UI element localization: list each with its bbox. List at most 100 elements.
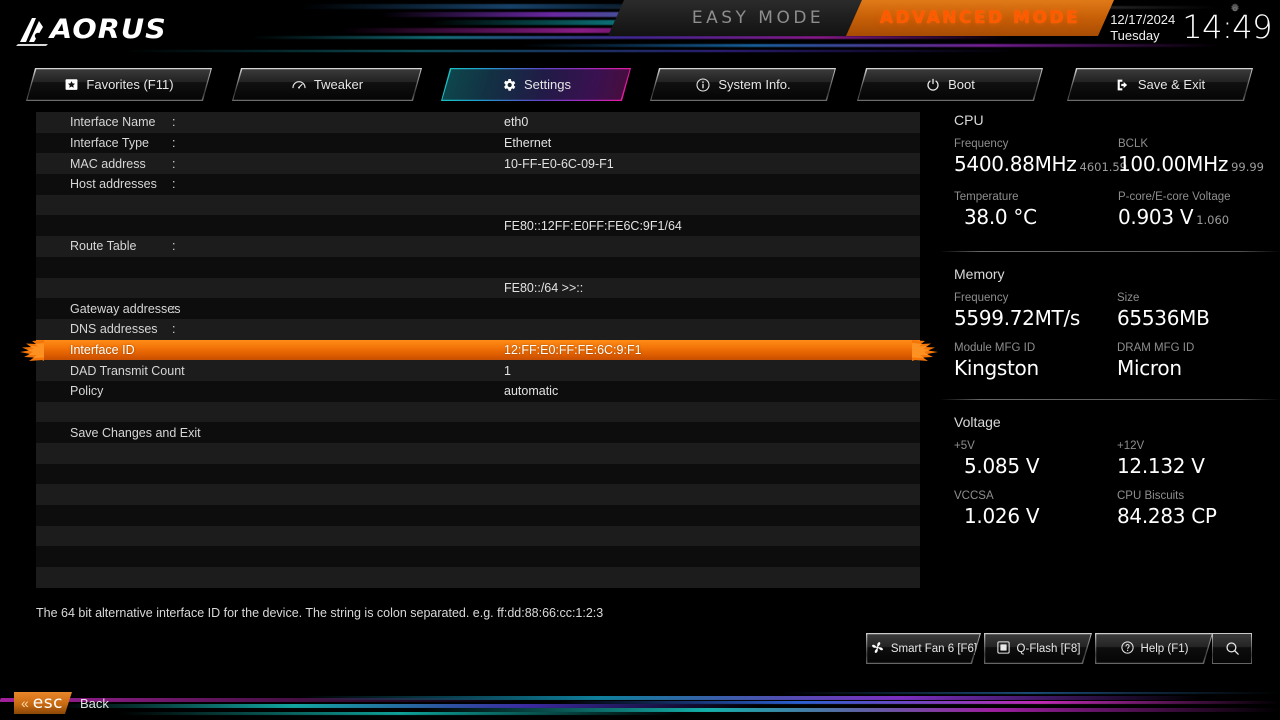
sidebar-metric: Size 65536MB bbox=[1117, 291, 1280, 331]
settings-row bbox=[36, 401, 920, 423]
tab-label: Favorites (F11) bbox=[86, 77, 174, 92]
settings-row-label: DNS addresses bbox=[70, 322, 158, 337]
search-button[interactable] bbox=[1212, 633, 1252, 664]
sidebar-metric-label: Size bbox=[1117, 292, 1140, 304]
settings-row bbox=[36, 443, 920, 464]
sidebar-metric: VCCSA 1.026 V bbox=[954, 489, 1117, 529]
help-description-text: The 64 bit alternative interface ID for … bbox=[36, 606, 604, 620]
esc-key-label: esc bbox=[32, 693, 63, 713]
settings-row-label: Interface Type bbox=[70, 136, 149, 151]
settings-row[interactable]: FE80::/64 >>:: bbox=[36, 277, 920, 299]
tab-tweaker[interactable]: Tweaker bbox=[232, 68, 422, 101]
tab-label: Save & Exit bbox=[1137, 77, 1206, 92]
bottom-button-label: Help (F1) bbox=[1140, 642, 1189, 655]
settings-row-value: FE80::12FF:E0FF:FE6C:9F1/64 bbox=[504, 218, 682, 233]
settings-row-label: Save Changes and Exit bbox=[70, 425, 201, 440]
settings-row-colon: : bbox=[172, 177, 176, 192]
settings-row[interactable]: Interface Type: Ethernet bbox=[36, 132, 920, 154]
settings-row-label: Interface Name bbox=[70, 115, 156, 130]
sidebar-divider bbox=[940, 251, 1280, 252]
tab-label: System Info. bbox=[718, 77, 791, 92]
tab-favorites-f11[interactable]: Favorites (F11) bbox=[26, 68, 212, 101]
bottom-button-q-flash-f8[interactable]: Q-Flash [F8] bbox=[984, 633, 1092, 664]
exit-arrow-icon bbox=[1115, 77, 1131, 93]
settings-row[interactable]: FE80::12FF:E0FF:FE6C:9F1/64 bbox=[36, 215, 920, 237]
sidebar-metric: DRAM MFG ID Micron bbox=[1117, 341, 1280, 381]
sidebar-metric-value-main: 12.132 V bbox=[1117, 454, 1205, 478]
sidebar-section-title: Voltage bbox=[954, 414, 1001, 430]
sidebar-metric-value: 5.085 V bbox=[954, 454, 1117, 479]
settings-row bbox=[36, 546, 920, 568]
settings-row[interactable]: DNS addresses: bbox=[36, 318, 920, 340]
sidebar-metric-value-secondary: 1.060 bbox=[1196, 213, 1230, 227]
sidebar-metric-label: P-core/E-core Voltage bbox=[1118, 191, 1231, 203]
settings-row-value: 1 bbox=[504, 363, 511, 378]
bottom-button-smart-fan-6-f6[interactable]: Smart Fan 6 [F6] bbox=[866, 633, 981, 664]
settings-row[interactable]: Save Changes and Exit bbox=[36, 422, 920, 443]
sidebar-metric-value-secondary: 99.99 bbox=[1231, 160, 1265, 174]
settings-row[interactable]: Policy automatic bbox=[36, 380, 920, 402]
sidebar-metric-label: VCCSA bbox=[954, 490, 994, 502]
advanced-mode-tab[interactable]: ADVANCED MODE bbox=[846, 0, 1114, 36]
settings-row[interactable]: Host addresses: bbox=[36, 174, 920, 195]
sidebar-metric-value-main: 5400.88MHz bbox=[954, 152, 1077, 176]
sidebar-metric-value: 1.026 V bbox=[954, 504, 1117, 529]
header-bar: AORUS EASY MODE ADVANCED MODE 12/17/2024… bbox=[0, 0, 1280, 62]
settings-row[interactable]: Interface Name: eth0 bbox=[36, 112, 920, 133]
sidebar-metric-value-main: 0.903 V bbox=[1118, 205, 1194, 229]
sidebar-section-memory: Memory Frequency 5599.72MT/s Module MFG ID K… bbox=[940, 266, 1280, 391]
tab-system-info[interactable]: System Info. bbox=[650, 68, 836, 101]
sidebar-metric-value-main: 1.026 V bbox=[964, 504, 1040, 528]
easy-mode-label: EASY MODE bbox=[691, 8, 825, 28]
tab-label: Tweaker bbox=[313, 77, 364, 92]
settings-row-colon: : bbox=[172, 301, 176, 316]
sidebar-metric-label: Temperature bbox=[954, 191, 1019, 203]
settings-row-label: Gateway addresses bbox=[70, 301, 181, 316]
search-icon bbox=[1225, 642, 1239, 655]
sidebar-metric-label: +12V bbox=[1117, 440, 1145, 452]
settings-row-value: Ethernet bbox=[504, 136, 552, 151]
esc-key-pill: « esc bbox=[14, 692, 72, 714]
settings-row-value: 10-FF-E0-6C-09-F1 bbox=[504, 156, 614, 171]
sidebar-metric-value-main: 100.00MHz bbox=[1118, 152, 1229, 176]
settings-row bbox=[36, 463, 920, 485]
sidebar-metric: Module MFG ID Kingston bbox=[954, 341, 1117, 381]
tab-label: Settings bbox=[524, 77, 571, 92]
settings-row[interactable]: Gateway addresses: bbox=[36, 298, 920, 319]
bottom-toolbar: Smart Fan 6 [F6] Q-Flash [F8] Help (F1) bbox=[0, 633, 1280, 673]
settings-row bbox=[36, 567, 920, 588]
sidebar-metric-value-main: 38.0 °C bbox=[964, 205, 1037, 229]
double-chevron-left-icon: « bbox=[21, 695, 29, 711]
sidebar-metric: Frequency 5599.72MT/s bbox=[954, 291, 1117, 331]
settings-list: Interface Name: eth0 Interface Type: Ethern… bbox=[20, 112, 938, 592]
esc-back-button[interactable]: « esc Back bbox=[14, 692, 109, 714]
clock-date: 12/17/2024 bbox=[1110, 12, 1176, 27]
sidebar-section-title: Memory bbox=[954, 266, 1005, 282]
gear-icon bbox=[501, 77, 517, 93]
hardware-monitor-sidebar: CPU Frequency 5400.88MHz 4601.59 Temperature… bbox=[940, 112, 1280, 592]
settings-row bbox=[36, 484, 920, 506]
sidebar-metric: +5V 5.085 V bbox=[954, 439, 1117, 479]
gear-icon[interactable] bbox=[1228, 2, 1242, 16]
sidebar-metric-label: DRAM MFG ID bbox=[1117, 342, 1195, 354]
bottom-button-help-f1[interactable]: Help (F1) bbox=[1095, 633, 1213, 664]
sidebar-metric-value-main: Kingston bbox=[954, 356, 1039, 380]
tab-label: Boot bbox=[948, 77, 975, 92]
sidebar-metric-value: Kingston bbox=[954, 356, 1117, 381]
tab-settings[interactable]: Settings bbox=[441, 68, 631, 101]
bottom-button-label: Q-Flash [F8] bbox=[1016, 642, 1081, 655]
settings-row[interactable]: DAD Transmit Count 1 bbox=[36, 360, 920, 381]
advanced-mode-label: ADVANCED MODE bbox=[879, 8, 1081, 28]
footer-bar: « esc Back bbox=[0, 686, 1280, 720]
tab-save-exit[interactable]: Save & Exit bbox=[1067, 68, 1253, 101]
settings-row[interactable]: Route Table: bbox=[36, 236, 920, 257]
settings-row-selected[interactable]: Interface ID 12:FF:E0:FF:FE:6C:9:F1 bbox=[20, 339, 938, 361]
settings-row-label: Interface ID bbox=[70, 342, 135, 357]
tab-boot[interactable]: Boot bbox=[857, 68, 1043, 101]
sidebar-metric-value: 38.0 °C bbox=[954, 205, 1118, 230]
settings-row[interactable]: MAC address: 10-FF-E0-6C-09-F1 bbox=[36, 153, 920, 175]
back-label: Back bbox=[79, 695, 109, 711]
settings-row-value: FE80::/64 >>:: bbox=[504, 280, 584, 295]
settings-row-colon: : bbox=[172, 115, 176, 130]
sidebar-metric-value-main: 5.085 V bbox=[964, 454, 1040, 478]
